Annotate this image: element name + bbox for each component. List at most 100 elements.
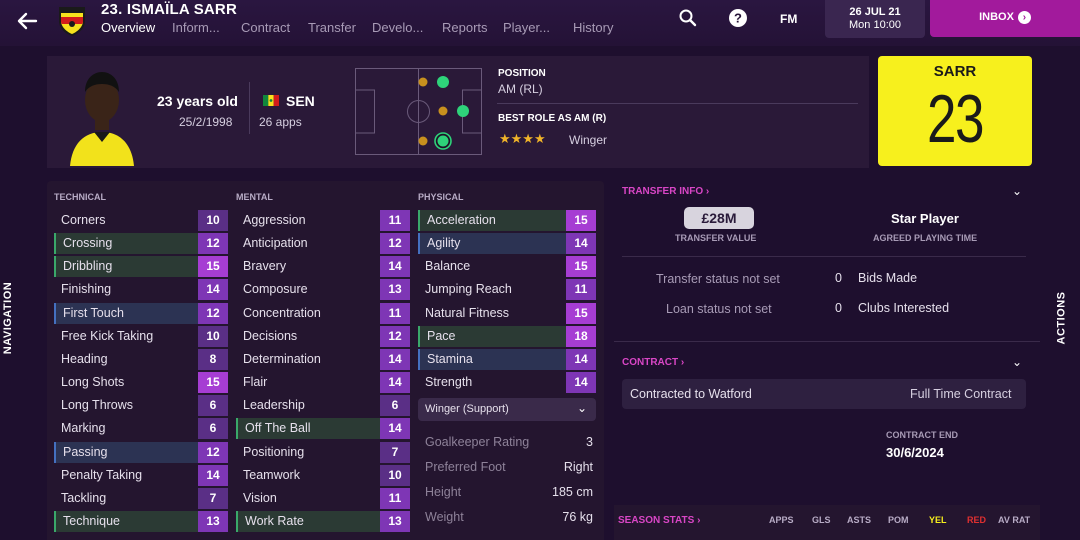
attribute-row-balance[interactable]: Balance 15 xyxy=(418,256,596,278)
back-arrow-icon[interactable] xyxy=(14,8,40,34)
attribute-value: 6 xyxy=(380,395,410,417)
best-role-heading: BEST ROLE AS AM (R) xyxy=(498,113,607,124)
attribute-row-natural-fitness[interactable]: Natural Fitness 15 xyxy=(418,302,596,324)
attribute-row-determination[interactable]: Determination 14 xyxy=(236,348,410,370)
attribute-value: 14 xyxy=(198,279,228,301)
attribute-row-finishing[interactable]: Finishing 14 xyxy=(54,279,228,301)
attribute-value: 7 xyxy=(380,441,410,463)
attribute-row-tackling[interactable]: Tackling 7 xyxy=(54,487,228,509)
help-icon[interactable]: ? xyxy=(728,8,748,33)
tab-development[interactable]: Develo... xyxy=(372,20,423,35)
attribute-row-corners[interactable]: Corners 10 xyxy=(54,210,228,231)
contract-end-date: 30/6/2024 xyxy=(886,445,944,460)
attribute-row-penalty-taking[interactable]: Penalty Taking 14 xyxy=(54,464,228,486)
attribute-row-bravery[interactable]: Bravery 14 xyxy=(236,256,410,278)
attribute-row-long-shots[interactable]: Long Shots 15 xyxy=(54,372,228,394)
inbox-button[interactable]: INBOX › xyxy=(930,0,1080,37)
attribute-row-technique[interactable]: Technique 13 xyxy=(54,510,228,532)
attribute-row-work-rate[interactable]: Work Rate 13 xyxy=(236,510,410,532)
bids-count: 0 xyxy=(835,271,842,285)
attribute-value: 11 xyxy=(380,487,410,509)
contract-link[interactable]: CONTRACT › xyxy=(622,357,684,368)
tab-transfer[interactable]: Transfer xyxy=(308,20,356,35)
attribute-name: Natural Fitness xyxy=(425,305,510,320)
tab-contract[interactable]: Contract xyxy=(241,20,290,35)
season-stats-link[interactable]: SEASON STATS › xyxy=(618,515,700,526)
physical-heading: PHYSICAL xyxy=(418,192,464,202)
shirt-number-card: SARR 23 xyxy=(878,56,1032,166)
attribute-value: 11 xyxy=(380,302,410,324)
technical-heading: TECHNICAL xyxy=(54,192,106,202)
attribute-row-anticipation[interactable]: Anticipation 12 xyxy=(236,233,410,255)
tab-player-actions[interactable]: Player... xyxy=(503,20,550,35)
chevron-down-icon[interactable]: ⌄ xyxy=(1012,184,1022,198)
tab-overview[interactable]: Overview xyxy=(101,20,155,35)
transfer-info-link[interactable]: TRANSFER INFO › xyxy=(622,186,709,197)
search-icon[interactable] xyxy=(678,8,698,33)
stat-col-red[interactable]: RED xyxy=(967,515,986,525)
senegal-flag-icon[interactable] xyxy=(263,95,279,106)
role-dropdown[interactable]: Winger (Support) ⌄ xyxy=(418,398,596,421)
attribute-name: Flair xyxy=(243,375,268,390)
attribute-row-pace[interactable]: Pace 18 xyxy=(418,325,596,347)
attribute-value: 12 xyxy=(198,302,228,324)
attribute-row-vision[interactable]: Vision 11 xyxy=(236,487,410,509)
attribute-row-acceleration[interactable]: Acceleration 15 xyxy=(418,210,596,231)
position-pitch-diagram[interactable] xyxy=(355,68,482,155)
attribute-row-first-touch[interactable]: First Touch 12 xyxy=(54,302,228,324)
game-date: 26 JUL 21 xyxy=(849,6,901,18)
attribute-row-positioning[interactable]: Positioning 7 xyxy=(236,441,410,463)
transfer-info-title: TRANSFER INFO xyxy=(622,186,704,197)
transfer-value[interactable]: £28M xyxy=(684,207,754,229)
chevron-down-icon[interactable]: ⌄ xyxy=(1012,355,1022,369)
player-portrait xyxy=(70,72,134,166)
attribute-value: 10 xyxy=(380,464,410,486)
tab-reports[interactable]: Reports xyxy=(442,20,488,35)
chevron-right-icon: › xyxy=(1017,10,1031,24)
game-date-button[interactable]: 26 JUL 21 Mon 10:00 xyxy=(825,0,925,38)
stat-col-assists[interactable]: ASTS xyxy=(847,515,871,525)
navigation-toggle[interactable]: NAVIGATION xyxy=(2,282,14,354)
attribute-row-strength[interactable]: Strength 14 xyxy=(418,372,596,394)
attribute-row-concentration[interactable]: Concentration 11 xyxy=(236,302,410,324)
attribute-row-teamwork[interactable]: Teamwork 10 xyxy=(236,464,410,486)
attribute-row-off-the-ball[interactable]: Off The Ball 14 xyxy=(236,418,410,440)
attribute-row-agility[interactable]: Agility 14 xyxy=(418,233,596,255)
actions-toggle[interactable]: ACTIONS xyxy=(1056,292,1068,345)
attribute-row-crossing[interactable]: Crossing 12 xyxy=(54,233,228,255)
club-crest-icon[interactable] xyxy=(56,4,88,38)
attribute-row-leadership[interactable]: Leadership 6 xyxy=(236,395,410,417)
divider xyxy=(249,82,250,134)
attribute-name: Agility xyxy=(427,236,461,251)
attribute-row-heading[interactable]: Heading 8 xyxy=(54,348,228,370)
attribute-row-aggression[interactable]: Aggression 11 xyxy=(236,210,410,231)
attribute-row-decisions[interactable]: Decisions 12 xyxy=(236,325,410,347)
attribute-row-long-throws[interactable]: Long Throws 6 xyxy=(54,395,228,417)
stat-col-avg-rating[interactable]: AV RAT xyxy=(998,515,1030,525)
attribute-name: Pace xyxy=(427,328,456,343)
attribute-row-passing[interactable]: Passing 12 xyxy=(54,441,228,463)
tab-history[interactable]: History xyxy=(573,20,613,35)
attribute-row-dribbling[interactable]: Dribbling 15 xyxy=(54,256,228,278)
attribute-row-flair[interactable]: Flair 14 xyxy=(236,372,410,394)
attribute-name: Balance xyxy=(425,259,471,274)
attribute-value: 6 xyxy=(198,395,228,417)
shirt-number: 23 xyxy=(927,81,984,157)
attribute-value: 10 xyxy=(198,325,228,347)
info-label: Weight xyxy=(425,510,464,524)
attribute-name: Vision xyxy=(243,490,277,505)
stat-col-yellow[interactable]: YEL xyxy=(929,515,947,525)
fm-menu-button[interactable]: FM xyxy=(780,12,797,26)
attribute-row-free-kick-taking[interactable]: Free Kick Taking 10 xyxy=(54,325,228,347)
attribute-row-composure[interactable]: Composure 13 xyxy=(236,279,410,301)
tab-information[interactable]: Inform... xyxy=(172,20,220,35)
stat-col-apps[interactable]: APPS xyxy=(769,515,794,525)
attribute-value: 15 xyxy=(566,210,596,231)
stat-col-pom[interactable]: POM xyxy=(888,515,909,525)
attribute-name: Work Rate xyxy=(245,513,304,528)
attribute-row-stamina[interactable]: Stamina 14 xyxy=(418,348,596,370)
attribute-value: 11 xyxy=(380,210,410,231)
stat-col-goals[interactable]: GLS xyxy=(812,515,831,525)
attribute-row-jumping-reach[interactable]: Jumping Reach 11 xyxy=(418,279,596,301)
attribute-row-marking[interactable]: Marking 6 xyxy=(54,418,228,440)
